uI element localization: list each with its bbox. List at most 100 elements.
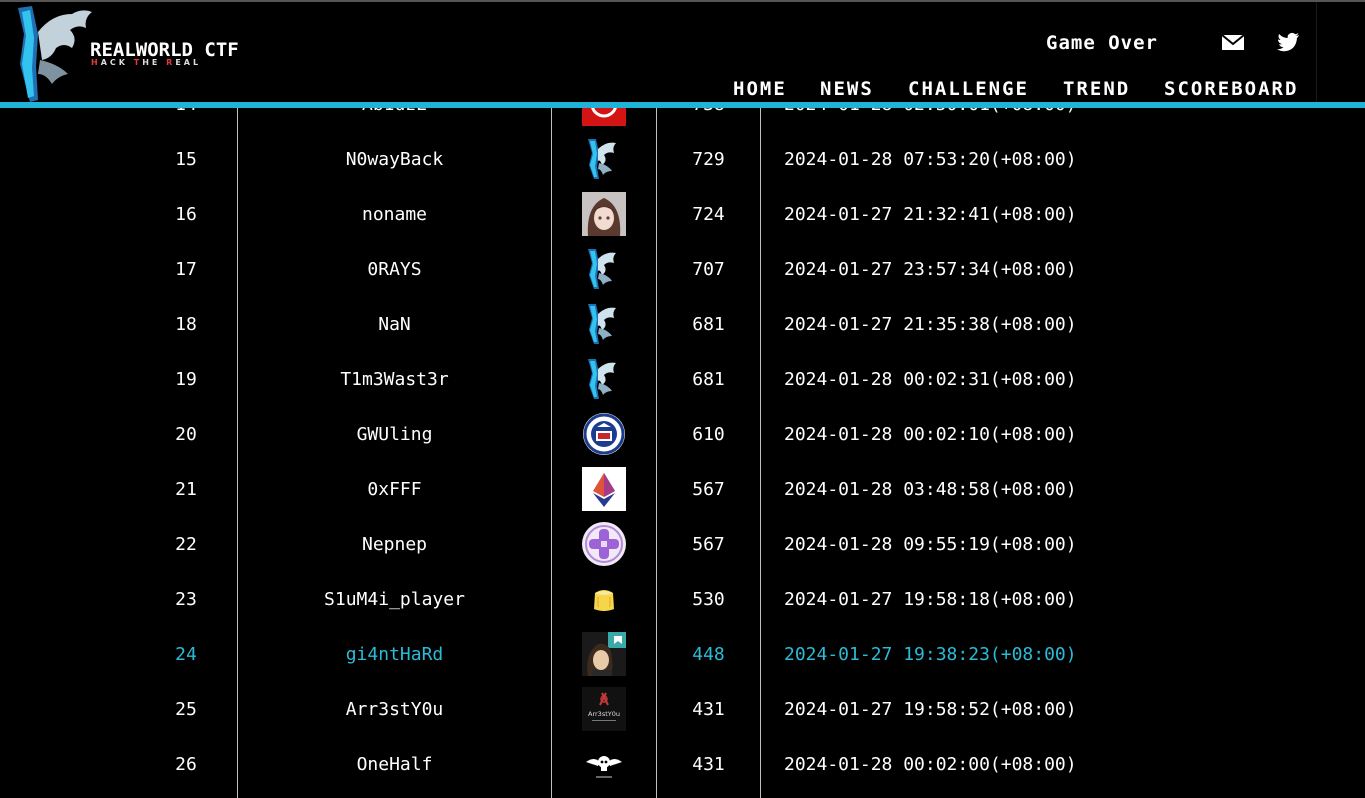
header-accent-bar bbox=[0, 102, 1365, 108]
score-cell: 681 bbox=[692, 369, 725, 390]
team-name[interactable]: N0wayBack bbox=[238, 132, 551, 187]
rank-cell: 18 bbox=[175, 314, 197, 335]
time-cell: 2024-01-27 21:32:41(+08:00) bbox=[784, 204, 1077, 225]
score-cell: 567 bbox=[692, 534, 725, 555]
svg-text:Arr3stY0u: Arr3stY0u bbox=[588, 710, 620, 718]
time-cell: 2024-01-27 21:35:38(+08:00) bbox=[784, 314, 1077, 335]
score-cell: 448 bbox=[692, 644, 725, 665]
table-row: 22 Nepnep 567 2024-01-28 09:55:19(+08:00) bbox=[0, 517, 1365, 572]
nav-news[interactable]: NEWS bbox=[820, 78, 874, 102]
time-cell: 2024-01-28 03:48:58(+08:00) bbox=[784, 479, 1077, 500]
rank-cell: 16 bbox=[175, 204, 197, 225]
score-cell: 431 bbox=[692, 699, 725, 720]
score-cell: 681 bbox=[692, 314, 725, 335]
score-cell: 707 bbox=[692, 259, 725, 280]
nav-trend[interactable]: TREND bbox=[1063, 78, 1130, 102]
rank-cell: 25 bbox=[175, 699, 197, 720]
twitter-icon[interactable] bbox=[1276, 32, 1300, 52]
score-cell: 724 bbox=[692, 204, 725, 225]
rank-cell: 26 bbox=[175, 754, 197, 775]
team-avatar bbox=[582, 137, 626, 181]
team-avatar bbox=[582, 632, 626, 676]
site-header: REALWORLD CTF HACK THE REAL Game Over HO… bbox=[0, 0, 1365, 102]
rank-cell: 17 bbox=[175, 259, 197, 280]
table-row: 19 T1m3Wast3r 681 2024-01-28 00:02:31(+08:… bbox=[0, 352, 1365, 407]
mail-icon[interactable] bbox=[1221, 32, 1245, 52]
anime-girl-avatar-icon bbox=[582, 192, 626, 236]
team-avatar bbox=[582, 577, 626, 621]
portrait-avatar-icon bbox=[582, 632, 626, 676]
rank-cell: 23 bbox=[175, 589, 197, 610]
scoreboard-table: 14 Ab1uzE 738 2024-01-28 02:50:01(+08:00… bbox=[0, 77, 1365, 798]
arr3sty0u-logo-avatar-icon: Arr3stY0u bbox=[582, 687, 626, 731]
table-row: 26 OneHalf 431 2024-01-28 00:02:00(+08:00) bbox=[0, 737, 1365, 792]
team-avatar bbox=[582, 302, 626, 346]
header-edge-line bbox=[1316, 2, 1317, 102]
table-row: 18 NaN 681 2024-01-27 21:35:38(+08:00) bbox=[0, 297, 1365, 352]
score-cell: 567 bbox=[692, 479, 725, 500]
rank-cell: 15 bbox=[175, 149, 197, 170]
university-emblem-avatar-icon bbox=[583, 413, 625, 455]
rank-cell: 21 bbox=[175, 479, 197, 500]
team-avatar bbox=[582, 247, 626, 291]
time-cell: 2024-01-27 23:57:34(+08:00) bbox=[784, 259, 1077, 280]
team-avatar bbox=[582, 357, 626, 401]
time-cell: 2024-01-28 07:53:20(+08:00) bbox=[784, 149, 1077, 170]
score-cell: 431 bbox=[692, 754, 725, 775]
team-avatar: Arr3stY0u bbox=[582, 687, 626, 731]
table-row: 24 gi4ntHaRd 448 2024-01-27 19:38:23(+08:0… bbox=[0, 627, 1365, 682]
default-logo-avatar-icon bbox=[588, 304, 616, 344]
table-row: 17 0RAYS 707 2024-01-27 23:57:34(+08:00) bbox=[0, 242, 1365, 297]
logo-subtitle: HACK THE REAL bbox=[91, 58, 202, 67]
team-name[interactable]: NaN bbox=[238, 297, 551, 352]
team-avatar bbox=[582, 742, 626, 786]
default-logo-avatar-icon bbox=[588, 359, 616, 399]
default-logo-avatar-icon bbox=[588, 139, 616, 179]
rank-cell: 20 bbox=[175, 424, 197, 445]
table-row: 23 S1uM4i_player 530 2024-01-27 19:58:18(+… bbox=[0, 572, 1365, 627]
table-row: 25 Arr3stY0u Arr3stY0u 431 2024-01-27 19:5… bbox=[0, 682, 1365, 737]
team-name[interactable]: gi4ntHaRd bbox=[238, 627, 551, 682]
team-avatar bbox=[582, 522, 626, 566]
dragon-logo-icon[interactable] bbox=[12, 4, 94, 102]
skull-wings-avatar-icon bbox=[582, 742, 626, 786]
time-cell: 2024-01-28 00:02:31(+08:00) bbox=[784, 369, 1077, 390]
nav-challenge[interactable]: CHALLENGE bbox=[908, 78, 1029, 102]
team-avatar bbox=[582, 192, 626, 236]
rank-cell: 19 bbox=[175, 369, 197, 390]
team-name[interactable]: GWUling bbox=[238, 407, 551, 462]
time-cell: 2024-01-27 19:58:52(+08:00) bbox=[784, 699, 1077, 720]
score-cell: 610 bbox=[692, 424, 725, 445]
time-cell: 2024-01-27 19:58:18(+08:00) bbox=[784, 589, 1077, 610]
team-name[interactable]: Nepnep bbox=[238, 517, 551, 572]
team-name[interactable]: noname bbox=[238, 187, 551, 242]
time-cell: 2024-01-27 19:38:23(+08:00) bbox=[784, 644, 1077, 665]
team-name[interactable]: T1m3Wast3r bbox=[238, 352, 551, 407]
team-name[interactable]: 0RAYS bbox=[238, 242, 551, 297]
table-row: 15 N0wayBack 729 2024-01-28 07:53:20(+08:0… bbox=[0, 132, 1365, 187]
time-cell: 2024-01-28 00:02:10(+08:00) bbox=[784, 424, 1077, 445]
header-top-border bbox=[0, 0, 1365, 2]
game-status: Game Over bbox=[1046, 32, 1158, 54]
team-name[interactable]: OneHalf bbox=[238, 737, 551, 792]
team-name[interactable]: 0xFFF bbox=[238, 462, 551, 517]
pudding-avatar-icon bbox=[582, 577, 626, 621]
team-name[interactable]: S1uM4i_player bbox=[238, 572, 551, 627]
score-cell: 530 bbox=[692, 589, 725, 610]
team-avatar bbox=[582, 467, 626, 511]
score-cell: 729 bbox=[692, 149, 725, 170]
table-row: 21 0xFFF 567 2024-01-28 03:48:58(+08:00) bbox=[0, 462, 1365, 517]
table-row: 20 GWUling 610 2024-01-28 00:02:10(+08:00) bbox=[0, 407, 1365, 462]
time-cell: 2024-01-28 09:55:19(+08:00) bbox=[784, 534, 1077, 555]
default-logo-avatar-icon bbox=[588, 249, 616, 289]
ethereum-diamond-avatar-icon bbox=[582, 467, 626, 511]
team-avatar bbox=[582, 412, 626, 456]
rank-cell: 24 bbox=[175, 644, 197, 665]
nav-home[interactable]: HOME bbox=[733, 78, 787, 102]
time-cell: 2024-01-28 00:02:00(+08:00) bbox=[784, 754, 1077, 775]
team-name[interactable]: Arr3stY0u bbox=[238, 682, 551, 737]
nav-scoreboard[interactable]: SCOREBOARD bbox=[1164, 78, 1298, 102]
rank-cell: 22 bbox=[175, 534, 197, 555]
purple-cross-avatar-icon bbox=[582, 522, 626, 566]
table-row: 16 noname 724 2024-01-27 21:32:41(+08:00) bbox=[0, 187, 1365, 242]
